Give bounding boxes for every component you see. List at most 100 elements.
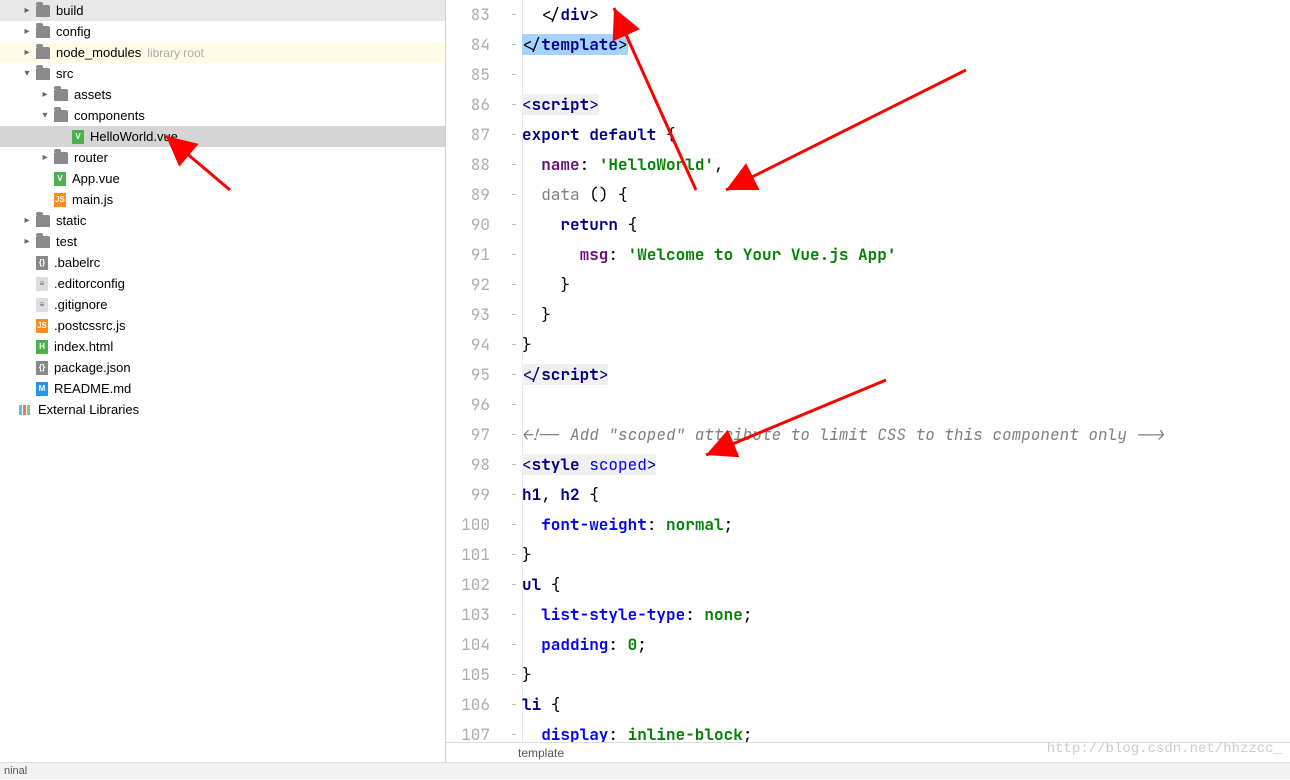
tree-item[interactable]: {} package.json <box>0 357 445 378</box>
chevron-right-icon[interactable]: ▸ <box>22 6 32 16</box>
code-line[interactable]: padding: 0; <box>522 630 1290 660</box>
folder-icon <box>36 236 50 248</box>
code-line[interactable]: export default { <box>522 120 1290 150</box>
code-content[interactable]: </div></template> <script>export default … <box>522 0 1290 742</box>
code-editor[interactable]: 8384858687888990919293949596979899100101… <box>446 0 1290 762</box>
tree-item-label: .babelrc <box>54 255 100 270</box>
chevron-right-icon[interactable]: ▸ <box>22 27 32 37</box>
tree-item[interactable]: ▸ config <box>0 21 445 42</box>
tree-item-label: App.vue <box>72 171 120 186</box>
code-line[interactable]: <style scoped> <box>522 450 1290 480</box>
tree-item-label: .gitignore <box>54 297 107 312</box>
chevron-right-icon[interactable]: ▸ <box>22 48 32 58</box>
tree-item[interactable]: ≡ .gitignore <box>0 294 445 315</box>
code-line[interactable]: return { <box>522 210 1290 240</box>
chevron-right-icon[interactable]: ▸ <box>40 90 50 100</box>
tree-item-label: static <box>56 213 86 228</box>
tree-item[interactable]: ▾ src <box>0 63 445 84</box>
tree-item[interactable]: ≡ .editorconfig <box>0 273 445 294</box>
vue-file-icon: V <box>54 172 66 186</box>
js-file-icon: JS <box>54 193 66 207</box>
code-line[interactable]: } <box>522 540 1290 570</box>
tree-item[interactable]: ▾ components <box>0 105 445 126</box>
md-file-icon: M <box>36 382 48 396</box>
html-file-icon: H <box>36 340 48 354</box>
tree-item[interactable]: V App.vue <box>0 168 445 189</box>
code-line[interactable]: list-style-type: none; <box>522 600 1290 630</box>
tree-item-label: components <box>74 108 145 123</box>
tree-item[interactable]: JS .postcssrc.js <box>0 315 445 336</box>
tree-item[interactable]: ▸ node_modules library root <box>0 42 445 63</box>
chevron-down-icon[interactable]: ▾ <box>22 69 32 79</box>
library-icon <box>18 403 32 417</box>
code-line[interactable]: name: 'HelloWorld', <box>522 150 1290 180</box>
tree-item-label: main.js <box>72 192 113 207</box>
code-line[interactable]: h1, h2 { <box>522 480 1290 510</box>
folder-icon <box>36 68 50 80</box>
tree-item-label: External Libraries <box>38 402 139 417</box>
code-line[interactable]: </div> <box>522 0 1290 30</box>
code-line[interactable]: } <box>522 660 1290 690</box>
folder-icon <box>54 152 68 164</box>
tree-item-label: node_modules <box>56 45 141 60</box>
code-line[interactable]: font-weight: normal; <box>522 510 1290 540</box>
code-line[interactable]: <!-- Add "scoped" attribute to limit CSS… <box>522 420 1290 450</box>
chevron-right-icon[interactable]: ▸ <box>22 237 32 247</box>
file-icon: ≡ <box>36 277 48 291</box>
json-file-icon: {} <box>36 361 48 375</box>
code-line[interactable]: </script> <box>522 360 1290 390</box>
chevron-down-icon[interactable]: ▾ <box>40 111 50 121</box>
tree-item[interactable]: ▸ test <box>0 231 445 252</box>
chevron-right-icon[interactable]: ▸ <box>40 153 50 163</box>
json-file-icon: {} <box>36 256 48 270</box>
tree-item[interactable]: {} .babelrc <box>0 252 445 273</box>
project-tree[interactable]: ▸ build ▸ config ▸ node_modules library root ▾ s… <box>0 0 446 762</box>
folder-icon <box>36 5 50 17</box>
js-file-icon: JS <box>36 319 48 333</box>
tree-item[interactable]: M README.md <box>0 378 445 399</box>
code-line[interactable]: <script> <box>522 90 1290 120</box>
status-bar: ninal <box>0 762 1290 779</box>
code-line[interactable]: } <box>522 270 1290 300</box>
tree-item-label: src <box>56 66 73 81</box>
breadcrumb[interactable]: template <box>446 742 1290 762</box>
tree-item-label: config <box>56 24 91 39</box>
file-icon: ≡ <box>36 298 48 312</box>
tree-item-label: package.json <box>54 360 131 375</box>
tree-item-label: build <box>56 3 83 18</box>
tree-item-label: .editorconfig <box>54 276 125 291</box>
tree-item[interactable]: ▸ build <box>0 0 445 21</box>
tree-item[interactable]: ▸ assets <box>0 84 445 105</box>
external-libraries[interactable]: External Libraries <box>0 399 445 420</box>
code-line[interactable] <box>522 60 1290 90</box>
code-line[interactable]: ul { <box>522 570 1290 600</box>
tree-item-label: .postcssrc.js <box>54 318 126 333</box>
code-line[interactable]: li { <box>522 690 1290 720</box>
tree-item[interactable]: VHelloWorld.vue <box>0 126 445 147</box>
tree-item[interactable]: ▸ static <box>0 210 445 231</box>
folder-icon <box>36 47 50 59</box>
tree-item-label: HelloWorld.vue <box>90 129 178 144</box>
tree-item-label: README.md <box>54 381 131 396</box>
tree-item-hint: library root <box>147 46 204 60</box>
fold-column[interactable]: ––––––––––––––––––––––––– <box>506 0 522 742</box>
code-line[interactable]: } <box>522 300 1290 330</box>
folder-icon <box>36 215 50 227</box>
code-line[interactable]: } <box>522 330 1290 360</box>
code-line[interactable] <box>522 390 1290 420</box>
tree-item[interactable]: Hindex.html <box>0 336 445 357</box>
tree-item-label: router <box>74 150 108 165</box>
tree-item-label: test <box>56 234 77 249</box>
tree-item[interactable]: ▸ router <box>0 147 445 168</box>
code-line[interactable]: data () { <box>522 180 1290 210</box>
code-line[interactable]: display: inline-block; <box>522 720 1290 742</box>
tree-item[interactable]: JS main.js <box>0 189 445 210</box>
code-line[interactable]: </template> <box>522 30 1290 60</box>
folder-icon <box>54 89 68 101</box>
folder-icon <box>36 26 50 38</box>
code-line[interactable]: msg: 'Welcome to Your Vue.js App' <box>522 240 1290 270</box>
chevron-right-icon[interactable]: ▸ <box>22 216 32 226</box>
tree-item-label: index.html <box>54 339 113 354</box>
line-gutter: 8384858687888990919293949596979899100101… <box>446 0 506 742</box>
tree-item-label: assets <box>74 87 112 102</box>
